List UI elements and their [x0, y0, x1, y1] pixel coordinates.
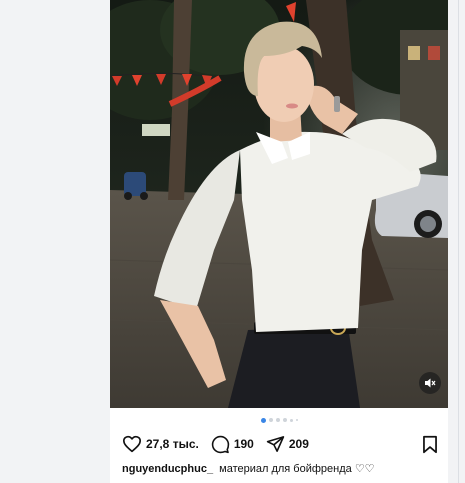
carousel-dot[interactable] [295, 419, 298, 421]
share-button[interactable]: 209 [266, 435, 309, 453]
instagram-feed-page: 27,8 тыс. 190 209 nguyenducphuc_ материа… [0, 0, 465, 483]
divider [458, 0, 459, 483]
carousel-dot[interactable] [289, 418, 293, 422]
like-button[interactable]: 27,8 тыс. [122, 435, 199, 453]
heart-icon [123, 435, 141, 453]
speaker-muted-icon [425, 378, 436, 388]
send-icon [266, 436, 285, 452]
right-gutter [448, 0, 465, 483]
feed-post: 27,8 тыс. 190 209 nguyenducphuc_ материа… [110, 0, 448, 483]
carousel-dot[interactable] [268, 418, 273, 422]
photo-illustration [110, 0, 448, 408]
comment-bubble-icon [211, 435, 230, 453]
comment-button[interactable]: 190 [211, 435, 254, 454]
caption-username[interactable]: nguyenducphuc_ [122, 463, 213, 475]
carousel-dot[interactable] [275, 418, 280, 422]
post-caption: nguyenducphuc_ материал для бойфренда ♡♡ [122, 462, 442, 475]
caption-text: материал для бойфренда ♡♡ [219, 463, 375, 475]
mute-toggle-button[interactable] [419, 372, 441, 394]
bookmark-icon [423, 435, 437, 453]
post-media-photo[interactable] [110, 0, 448, 408]
left-gutter [0, 0, 110, 483]
save-button[interactable] [422, 435, 438, 454]
share-count[interactable]: 209 [289, 437, 309, 451]
carousel-dot[interactable] [282, 418, 287, 422]
like-count[interactable]: 27,8 тыс. [146, 437, 199, 451]
post-action-bar: 27,8 тыс. 190 209 [122, 432, 438, 456]
carousel-indicator [110, 416, 448, 424]
carousel-dot-active[interactable] [260, 417, 266, 423]
comment-count[interactable]: 190 [234, 437, 254, 451]
